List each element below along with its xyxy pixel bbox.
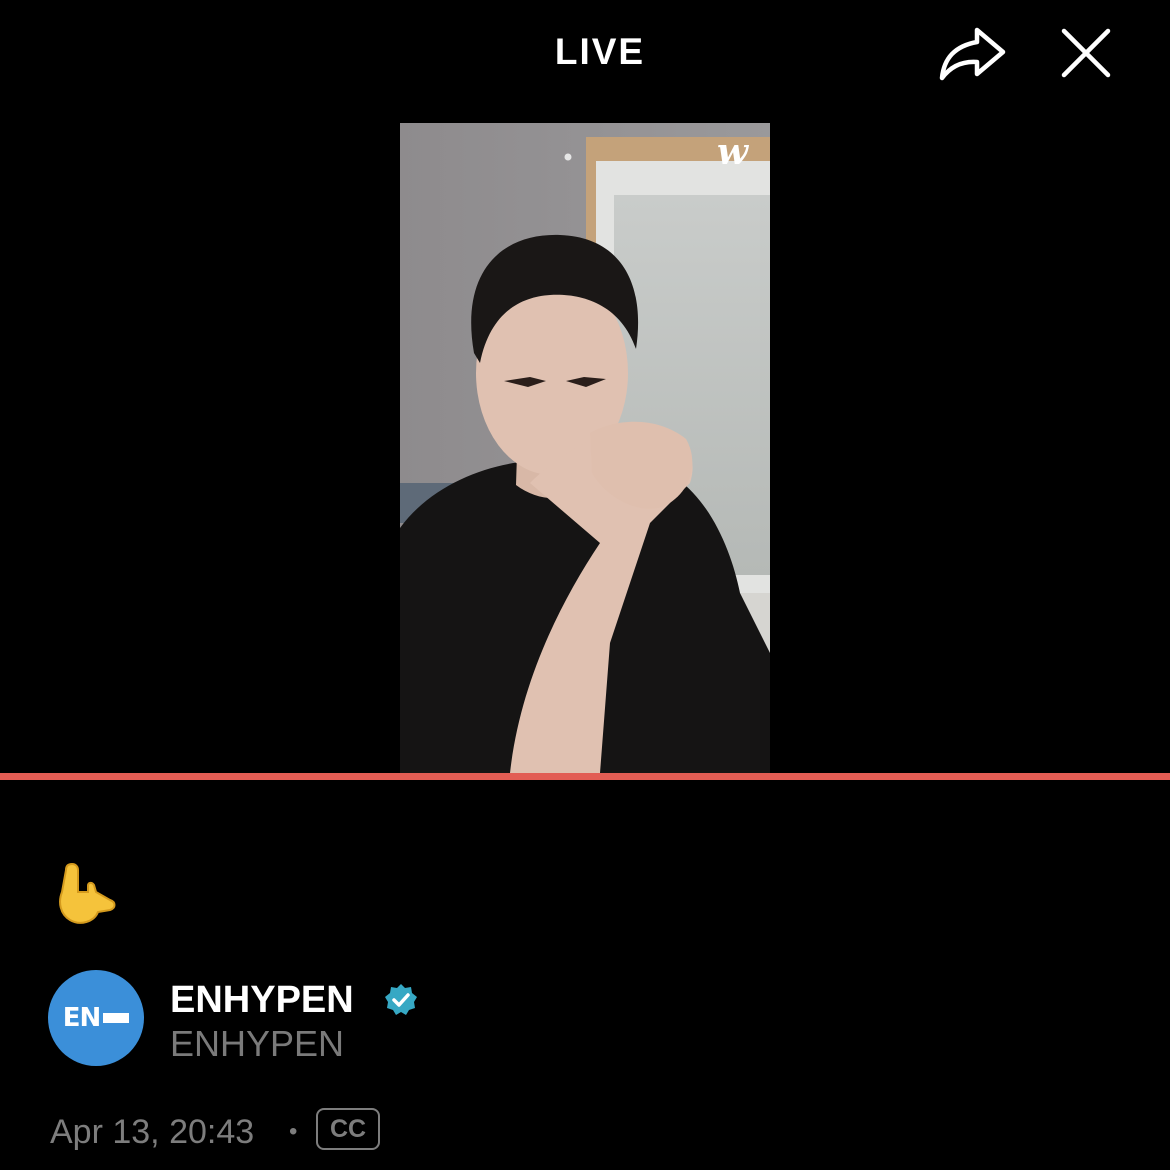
close-icon [1061, 28, 1111, 78]
rock-hand-emoji-icon [59, 862, 116, 924]
rock-hand-emoji [50, 858, 120, 928]
avatar-logo-text: EN [62, 1003, 102, 1033]
avatar-logo-bar [103, 1013, 130, 1023]
share-button[interactable] [936, 22, 1008, 84]
channel-handle: ENHYPEN [170, 1023, 345, 1064]
verified-badge-icon [385, 984, 417, 1015]
channel-avatar[interactable]: EN [48, 970, 144, 1066]
video-progress-bar[interactable] [0, 773, 1170, 780]
channel-name[interactable]: ENHYPEN [170, 978, 354, 1022]
cc-label: CC [329, 1114, 367, 1143]
watermark-logo: w [717, 131, 748, 173]
share-icon [939, 27, 1006, 81]
live-video[interactable]: w [400, 123, 770, 773]
cc-button[interactable]: CC [316, 1108, 380, 1150]
meta-separator: • [289, 1118, 298, 1145]
post-date: Apr 13, 20:43 [50, 1113, 255, 1151]
video-frame [400, 123, 770, 773]
close-button[interactable] [1054, 22, 1118, 84]
